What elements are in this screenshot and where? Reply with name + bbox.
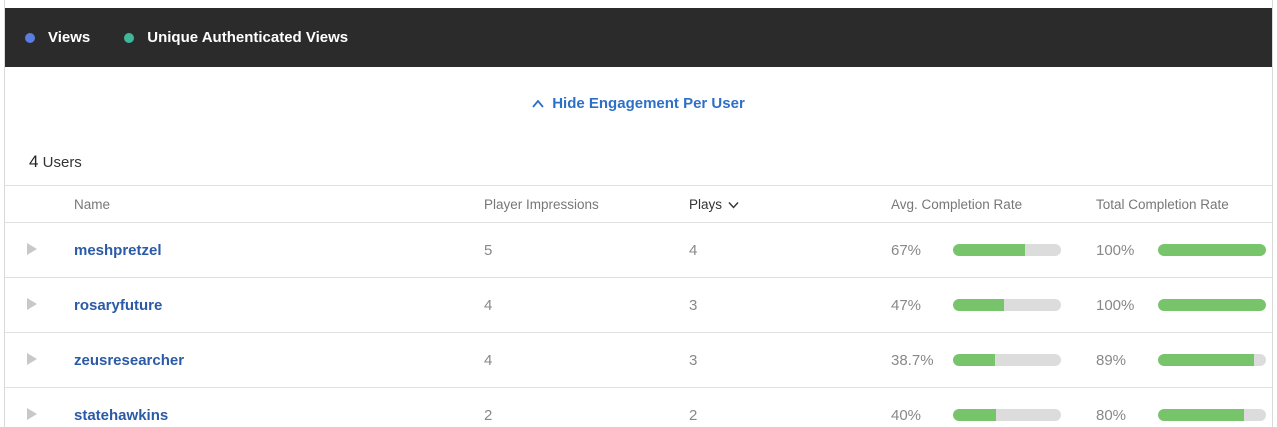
avg-completion-bar — [953, 299, 1061, 311]
total-completion-text: 80% — [1096, 406, 1127, 424]
avg-completion-bar — [953, 354, 1061, 366]
table-row: meshpretzel 5 4 67% 100% — [5, 222, 1272, 278]
total-completion-bar — [1158, 244, 1266, 256]
legend-item-unique-authenticated-views[interactable]: Unique Authenticated Views — [124, 29, 348, 46]
legend-item-views[interactable]: Views — [25, 29, 90, 46]
hide-engagement-toggle[interactable]: Hide Engagement Per User — [5, 95, 1272, 112]
user-name-link[interactable]: zeusresearcher — [74, 352, 184, 369]
users-count: 4 Users — [29, 152, 82, 172]
avg-completion-rate: 38.7% — [891, 352, 1096, 369]
total-completion-rate: 100% — [1096, 297, 1272, 314]
total-completion-bar — [1158, 299, 1266, 311]
chevron-up-icon — [532, 99, 544, 108]
expand-row-icon[interactable] — [27, 407, 37, 420]
chart-legend: Views Unique Authenticated Views — [5, 8, 1272, 67]
avg-completion-text: 67% — [891, 241, 922, 259]
table-header-row: Name Player Impressions Plays Avg. Compl… — [5, 185, 1272, 223]
avg-completion-fill — [953, 299, 1004, 311]
avg-completion-bar — [953, 244, 1061, 256]
avg-completion-rate: 40% — [891, 407, 1096, 424]
plays-cell: 2 — [689, 406, 698, 424]
table-row: rosaryfuture 4 3 47% 100% — [5, 277, 1272, 333]
legend-label-unique: Unique Authenticated Views — [147, 29, 349, 46]
avg-completion-text: 40% — [891, 406, 922, 424]
plays-cell: 3 — [689, 277, 891, 333]
user-name-link[interactable]: statehawkins — [74, 407, 168, 424]
total-completion-rate: 80% — [1096, 407, 1272, 424]
player-impressions-cell: 5 — [484, 222, 689, 278]
expand-row-icon[interactable] — [27, 352, 37, 365]
avg-completion-text: 47% — [891, 296, 922, 314]
expand-row-icon[interactable] — [27, 242, 37, 255]
total-completion-rate: 100% — [1096, 242, 1272, 259]
total-completion-text: 100% — [1096, 241, 1135, 259]
total-completion-fill — [1158, 244, 1266, 256]
user-name-link[interactable]: rosaryfuture — [74, 297, 162, 314]
total-completion-rate: 89% — [1096, 352, 1272, 369]
avg-completion-fill — [953, 409, 997, 422]
table-row: zeusresearcher 4 3 38.7% 89% — [5, 332, 1272, 388]
total-completion-text: 100% — [1096, 296, 1135, 314]
avg-completion-fill — [953, 244, 1026, 256]
total-completion-bar — [1158, 409, 1266, 422]
total-completion-text: 89% — [1096, 351, 1127, 369]
avg-completion-fill — [953, 354, 995, 366]
header-plays[interactable]: Plays — [689, 185, 891, 223]
total-completion-bar — [1158, 354, 1266, 366]
avg-completion-rate: 47% — [891, 297, 1096, 314]
avg-completion-text: 38.7% — [891, 351, 934, 369]
player-impressions-cell: 4 — [484, 277, 689, 333]
legend-dot-views — [25, 32, 35, 43]
total-completion-fill — [1158, 354, 1255, 366]
player-impressions-cell: 2 — [484, 406, 493, 424]
header-plays-label: Plays — [689, 196, 723, 212]
legend-label-views: Views — [48, 29, 91, 46]
header-expand — [5, 185, 74, 223]
engagement-panel: Views Unique Authenticated Views Hide En… — [4, 0, 1273, 427]
avg-completion-rate: 67% — [891, 242, 1096, 259]
avg-completion-bar — [953, 409, 1061, 422]
plays-cell: 4 — [689, 222, 891, 278]
hide-engagement-label: Hide Engagement Per User — [552, 95, 745, 112]
header-total-completion-rate[interactable]: Total Completion Rate — [1096, 185, 1272, 223]
chevron-down-icon — [728, 201, 739, 209]
total-completion-fill — [1158, 409, 1245, 422]
users-count-number: 4 — [29, 152, 39, 171]
header-name[interactable]: Name — [74, 185, 484, 223]
header-player-impressions[interactable]: Player Impressions — [484, 185, 689, 223]
total-completion-fill — [1158, 299, 1266, 311]
plays-cell: 3 — [689, 332, 891, 388]
header-avg-completion-rate[interactable]: Avg. Completion Rate — [891, 185, 1096, 223]
users-count-label: Users — [42, 154, 82, 171]
user-name-link[interactable]: meshpretzel — [74, 242, 162, 259]
expand-row-icon[interactable] — [27, 297, 37, 310]
engagement-table: Name Player Impressions Plays Avg. Compl… — [5, 185, 1272, 427]
table-row: statehawkins 2 2 40% 80% — [5, 388, 1272, 427]
player-impressions-cell: 4 — [484, 332, 689, 388]
legend-dot-unique — [124, 32, 135, 43]
